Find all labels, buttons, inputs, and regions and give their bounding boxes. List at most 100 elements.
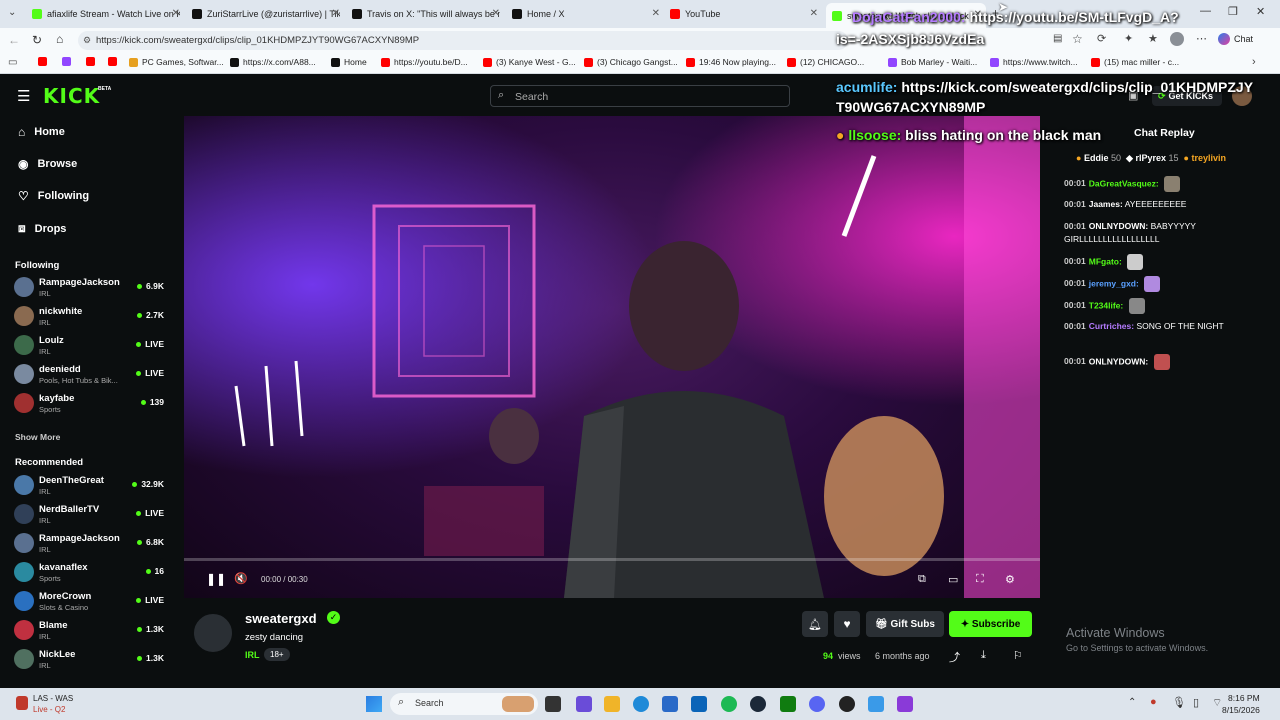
tray-app-icon[interactable]: ● (1150, 696, 1157, 708)
search-bar[interactable]: ⌕ Search (490, 85, 790, 107)
bookmark[interactable] (38, 57, 51, 66)
bookmark[interactable]: (12) CHICAGO... (787, 57, 864, 67)
video-player[interactable]: ❚❚ 🔇 00:00 / 00:30 ⧉ ▭ ⛶ ⚙ (184, 116, 1040, 598)
more-menu-icon[interactable]: ⋯ (1196, 32, 1207, 45)
tab-zuristarr[interactable]: ZuriStarrLive (@zuristarrlive) | TikTo ✕ (192, 5, 340, 23)
subscribe-button[interactable]: ✦ Subscribe (949, 611, 1032, 637)
bookmark[interactable]: https://www.twitch... (990, 57, 1078, 67)
follow-heart-button[interactable]: ♥ (834, 611, 860, 637)
sidebar-channel[interactable]: NerdBallerTV IRL LIVE (14, 502, 164, 528)
close-tab-icon[interactable]: ✕ (810, 8, 818, 19)
home-icon[interactable]: ⌂ (56, 32, 63, 46)
report-icon[interactable]: ⚐ (1013, 649, 1023, 662)
sidebar-channel[interactable]: NickLee IRL 1.3K (14, 647, 164, 673)
chat-username[interactable]: ONLNYDOWN: (1089, 356, 1149, 366)
download-icon[interactable]: ⤓ (981, 649, 986, 662)
show-more-link[interactable]: Show More (15, 432, 60, 442)
kick-logo[interactable]: KICK (43, 84, 100, 108)
close-tab-icon[interactable]: ✕ (652, 8, 660, 19)
bookmark[interactable]: (3) Chicago Gangst... (584, 57, 678, 67)
bookmark[interactable] (108, 57, 121, 66)
mic-icon[interactable]: 🎙︎ (1172, 696, 1186, 709)
nav-home[interactable]: ⌂ Home (18, 125, 65, 139)
discord-icon[interactable] (809, 696, 825, 712)
close-tab-icon[interactable]: ✕ (172, 8, 180, 19)
wifi-icon[interactable]: ⌔ (1212, 696, 1222, 710)
bookmark[interactable]: https://youtu.be/D... (381, 57, 468, 67)
refresh-ext-icon[interactable]: ⟳ (1097, 32, 1106, 45)
tab-afiaxlife[interactable]: afiaxlife Stream - Watch Live on K ✕ (32, 5, 180, 23)
winrar-icon[interactable] (897, 696, 913, 712)
nav-following[interactable]: ♡ Following (18, 189, 89, 203)
share-icon[interactable]: ⤴ (949, 649, 960, 665)
sidebar-channel[interactable]: nickwhite IRL 2.7K (14, 304, 164, 330)
channel-name[interactable]: sweatergxd (245, 611, 317, 626)
pip-icon[interactable]: ⧉ (918, 573, 926, 586)
bookmark[interactable]: Bob Marley - Waiti... (888, 57, 977, 67)
theater-icon[interactable]: ▭ (948, 573, 958, 586)
back-icon[interactable]: ← (8, 33, 20, 47)
copilot-button[interactable]: Chat (1218, 33, 1253, 45)
tab-travis-x[interactable]: Travis on X: "This will always be my ✕ (352, 5, 500, 23)
tab-youtube[interactable]: YouTube ✕ (670, 5, 818, 23)
clock-time[interactable]: 8:16 PM (1228, 693, 1260, 703)
reader-icon[interactable]: ▤ (1053, 33, 1062, 44)
taskbar-search[interactable]: ⌕ Search (390, 693, 538, 715)
sidebar-channel[interactable]: kayfabe Sports 139 (14, 391, 164, 417)
bookmark[interactable]: PC Games, Softwar... (129, 57, 224, 67)
video-progress-track[interactable] (184, 558, 1040, 561)
more-bookmarks-icon[interactable]: › (1252, 56, 1256, 68)
nav-drops[interactable]: ⧈ Drops (18, 221, 66, 236)
bookmark[interactable] (62, 57, 75, 66)
mute-icon[interactable]: 🔇 (234, 572, 248, 585)
spotify-icon[interactable] (721, 696, 737, 712)
sidebar-channel[interactable]: deeniedd Pools, Hot Tubs & Bik... LIVE (14, 362, 164, 388)
menu-icon[interactable]: ☰ (17, 87, 30, 105)
clock-date[interactable]: 8/15/2026 (1222, 705, 1260, 715)
tab-home-x[interactable]: Home / X ✕ (512, 5, 660, 23)
sidebar-channel[interactable]: DeenTheGreat IRL 32.9K (14, 473, 164, 499)
sidebar-channel[interactable]: Blame IRL 1.3K (14, 618, 164, 644)
bookmark[interactable]: 19:46 Now playing... (686, 57, 776, 67)
bookmark[interactable]: (3) Kanye West - G... (483, 57, 576, 67)
start-icon[interactable] (366, 696, 382, 712)
site-info-icon[interactable]: ⚙ (83, 31, 91, 50)
gift-subs-button[interactable]: 🎁︎ Gift Subs (866, 611, 944, 637)
game-app-icon[interactable] (839, 696, 855, 712)
favorite-star-icon[interactable]: ☆ (1072, 32, 1083, 46)
sidebar-channel[interactable]: RampageJackson IRL 6.9K (14, 275, 164, 301)
tab-list-chevron-icon[interactable]: ⌄ (8, 7, 16, 18)
chat-username[interactable]: Jaames: (1089, 199, 1123, 209)
chat-username[interactable]: MFgato: (1089, 256, 1122, 266)
task-view-icon[interactable] (545, 696, 561, 712)
category-link[interactable]: IRL (245, 650, 260, 660)
notification-bell-button[interactable]: 🔔︎ (802, 611, 828, 637)
reload-icon[interactable]: ↻ (32, 33, 42, 47)
close-window-icon[interactable]: ✕ (1256, 5, 1265, 18)
chat-username[interactable]: DaGreatVasquez: (1089, 178, 1159, 188)
close-tab-icon[interactable]: ✕ (492, 8, 500, 19)
url-field[interactable]: ⚙ https://kick.com/sweatergxd/clips/clip… (78, 31, 848, 50)
weather-widget[interactable]: LAS - WAS Live - Q2 (14, 694, 94, 716)
collections-icon[interactable]: ▭ (8, 57, 17, 68)
outlook-icon[interactable] (691, 696, 707, 712)
restore-icon[interactable]: ❐ (1228, 5, 1238, 18)
chat-username[interactable]: Curtriches: (1089, 321, 1134, 331)
sidebar-channel[interactable]: MoreCrown Slots & Casino LIVE (14, 589, 164, 615)
channel-avatar[interactable] (192, 612, 234, 654)
minimize-icon[interactable]: — (1200, 5, 1211, 17)
xbox-icon[interactable] (780, 696, 796, 712)
bookmark[interactable]: Home (331, 57, 367, 67)
extensions-icon[interactable]: ✦ (1124, 32, 1133, 45)
chat-username[interactable]: ONLNYDOWN: (1089, 221, 1149, 231)
tray-overflow-icon[interactable]: ⌃ (1128, 697, 1136, 708)
store-icon[interactable] (662, 696, 678, 712)
battery-icon[interactable]: ▯ (1193, 696, 1199, 709)
fullscreen-icon[interactable]: ⛶ (976, 573, 984, 586)
edge-icon[interactable] (633, 696, 649, 712)
sidebar-channel[interactable]: RampageJackson IRL 6.8K (14, 531, 164, 557)
widgets-app-icon[interactable] (576, 696, 592, 712)
bookmark[interactable]: https://x.com/A88... (230, 57, 316, 67)
steam-icon[interactable] (750, 696, 766, 712)
chat-username[interactable]: jeremy_gxd: (1089, 278, 1139, 288)
